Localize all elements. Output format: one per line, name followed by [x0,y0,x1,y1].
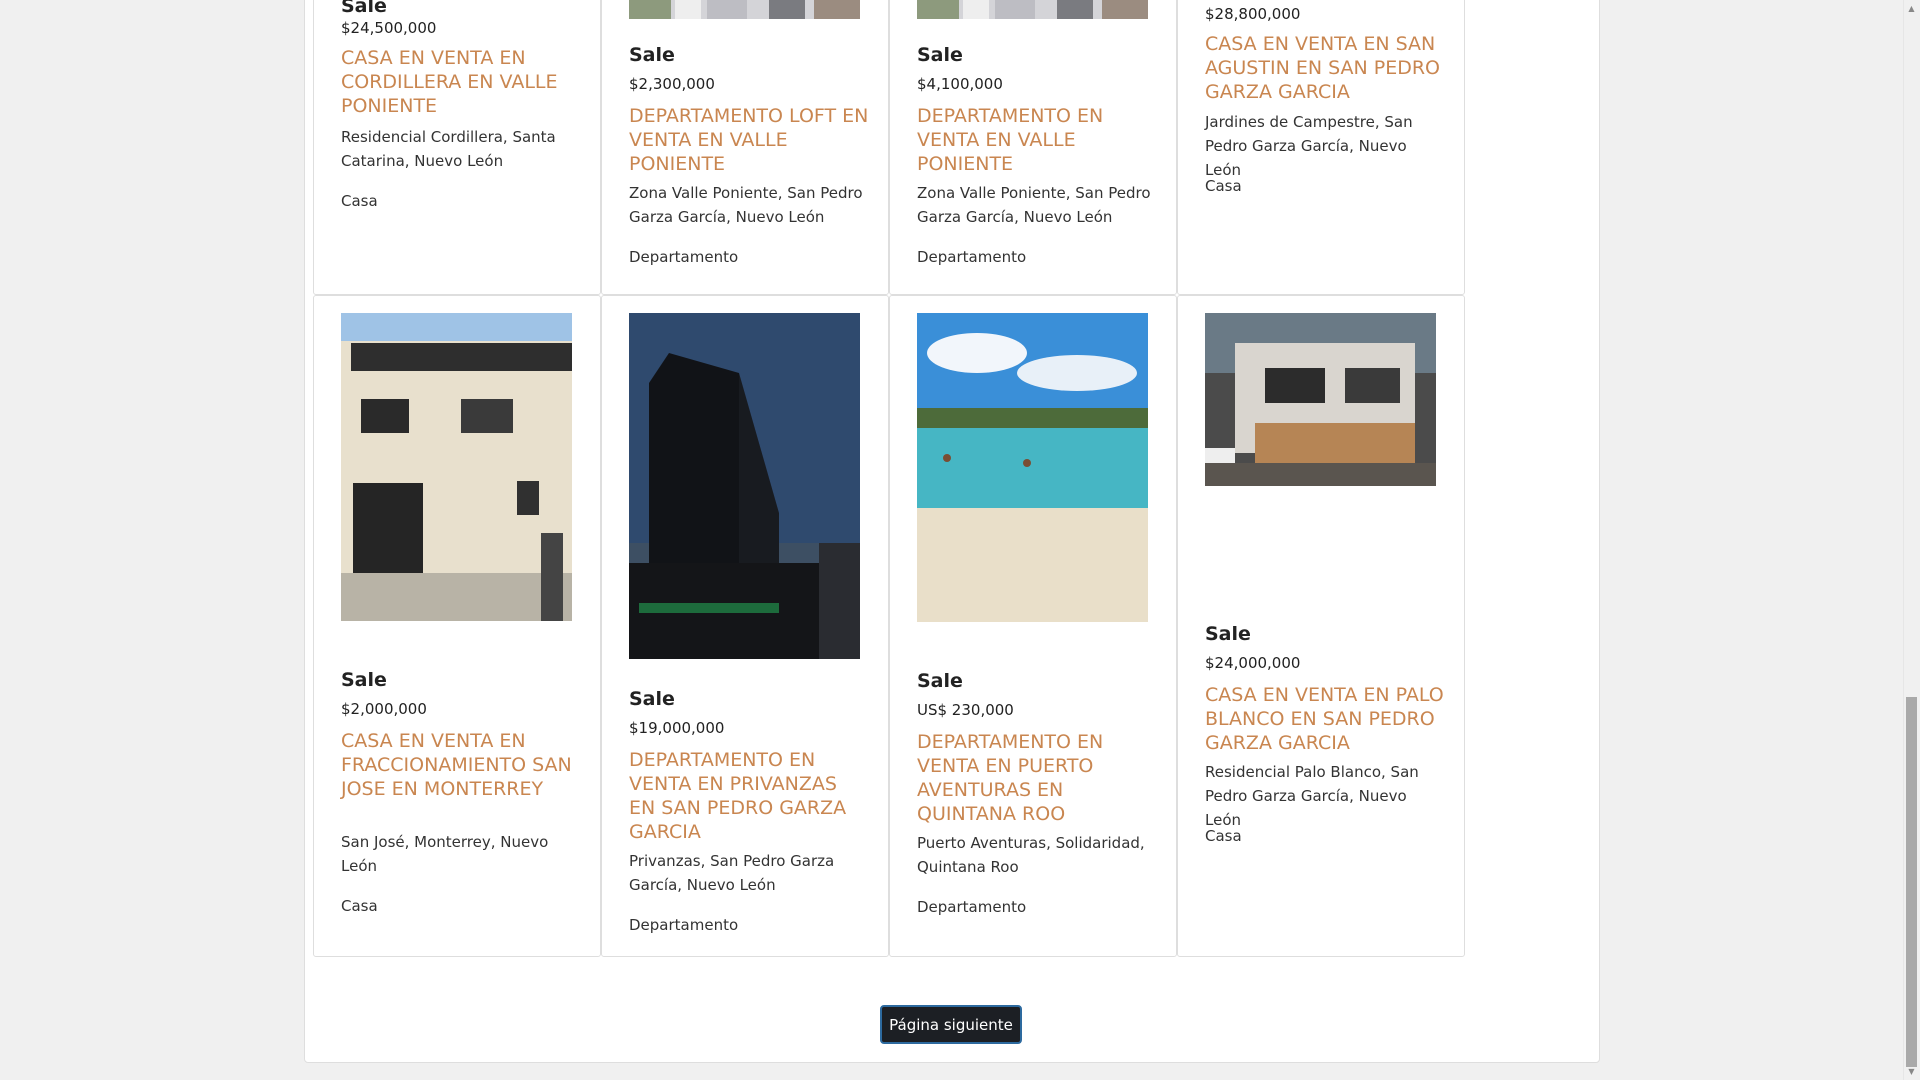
beach-photo-image [917,313,1148,622]
scroll-up-arrow-icon[interactable]: ▲ [1907,4,1916,13]
listing-status: Sale [1205,623,1251,645]
listing-price: $2,000,000 [341,700,427,718]
listing-location: Zona Valle Poniente, San Pedro Garza Gar… [629,184,863,226]
listing-title-link[interactable]: CASA EN VENTA EN FRACCIONAMIENTO SAN JOS… [341,729,581,801]
property-card[interactable]: Sale US$ 230,000 DEPARTAMENTO EN VENTA E… [889,295,1177,957]
listing-status: Sale [629,44,675,66]
vertical-scrollbar[interactable]: ▲ ▼ [1903,0,1920,1080]
listing-title-link[interactable]: DEPARTAMENTO EN VENTA EN PRIVANZAS EN SA… [629,748,869,844]
property-card[interactable]: Sale $19,000,000 DEPARTAMENTO EN VENTA E… [601,295,889,957]
listing-location: Zona Valle Poniente, San Pedro Garza Gar… [917,184,1151,226]
listing-price: $28,800,000 [1205,5,1301,23]
listing-photo[interactable] [1205,313,1436,486]
scroll-down-arrow-icon[interactable]: ▼ [1907,1067,1916,1076]
listing-price: $19,000,000 [629,719,725,737]
listing-type: Departamento [917,898,1027,916]
tower-photo-image [629,313,860,659]
building-photo-image [917,0,1148,19]
listing-photo[interactable] [917,0,1148,19]
listing-type: Casa [1205,177,1242,195]
listing-status: Sale [341,669,387,691]
listing-status: Sale [629,688,675,710]
listing-location: Jardines de Campestre, San Pedro Garza G… [1205,113,1413,179]
listing-status: Sale [917,670,963,692]
listing-price: $2,300,000 [629,75,715,93]
listing-title-link[interactable]: CASA EN VENTA EN SAN AGUSTIN EN SAN PEDR… [1205,32,1445,104]
modern-house-photo-image [1205,313,1436,486]
listing-price: $24,500,000 [341,19,437,37]
listing-location: San José, Monterrey, Nuevo León [341,833,549,875]
listing-photo[interactable] [629,313,860,659]
listing-title-link[interactable]: DEPARTAMENTO LOFT EN VENTA EN VALLE PONI… [629,104,869,176]
listing-price: $24,000,000 [1205,654,1301,672]
listing-location: Puerto Aventuras, Solidaridad, Quintana … [917,834,1145,876]
property-card[interactable]: Sale $2,300,000 DEPARTAMENTO LOFT EN VEN… [601,0,889,295]
listing-location: Residencial Cordillera, Santa Catarina, … [341,128,556,170]
property-card[interactable]: Sale $2,000,000 CASA EN VENTA EN FRACCIO… [313,295,601,957]
next-page-button[interactable]: Página siguiente [880,1005,1022,1044]
property-grid: Sale $24,500,000 CASA EN VENTA EN CORDIL… [313,0,1465,957]
property-card[interactable]: Sale $24,500,000 CASA EN VENTA EN CORDIL… [313,0,601,295]
scrollbar-thumb[interactable] [1906,697,1917,1067]
listing-status: Sale [917,44,963,66]
property-card[interactable]: $28,800,000 CASA EN VENTA EN SAN AGUSTIN… [1177,0,1465,295]
listing-photo[interactable] [917,313,1148,622]
listing-price: US$ 230,000 [917,701,1014,719]
property-card[interactable]: Sale $24,000,000 CASA EN VENTA EN PALO B… [1177,295,1465,957]
listing-status: Sale [341,0,387,17]
listing-type: Departamento [629,916,739,934]
listing-title-link[interactable]: CASA EN VENTA EN PALO BLANCO EN SAN PEDR… [1205,683,1445,755]
building-photo-image [629,0,860,19]
listing-price: $4,100,000 [917,75,1003,93]
house-photo-image [341,313,572,621]
listing-type: Casa [341,897,378,915]
listing-location: Residencial Palo Blanco, San Pedro Garza… [1205,763,1419,829]
listing-location: Privanzas, San Pedro Garza García, Nuevo… [629,852,835,894]
listing-type: Casa [1205,827,1242,845]
property-card[interactable]: Sale $4,100,000 DEPARTAMENTO EN VENTA EN… [889,0,1177,295]
listing-photo[interactable] [629,0,860,19]
listing-photo[interactable] [341,313,572,621]
listing-title-link[interactable]: DEPARTAMENTO EN VENTA EN PUERTO AVENTURA… [917,730,1157,826]
listing-title-link[interactable]: DEPARTAMENTO EN VENTA EN VALLE PONIENTE [917,104,1157,176]
listing-title-link[interactable]: CASA EN VENTA EN CORDILLERA EN VALLE PON… [341,46,581,118]
listing-type: Departamento [917,248,1027,266]
listing-type: Departamento [629,248,739,266]
listing-type: Casa [341,192,378,210]
